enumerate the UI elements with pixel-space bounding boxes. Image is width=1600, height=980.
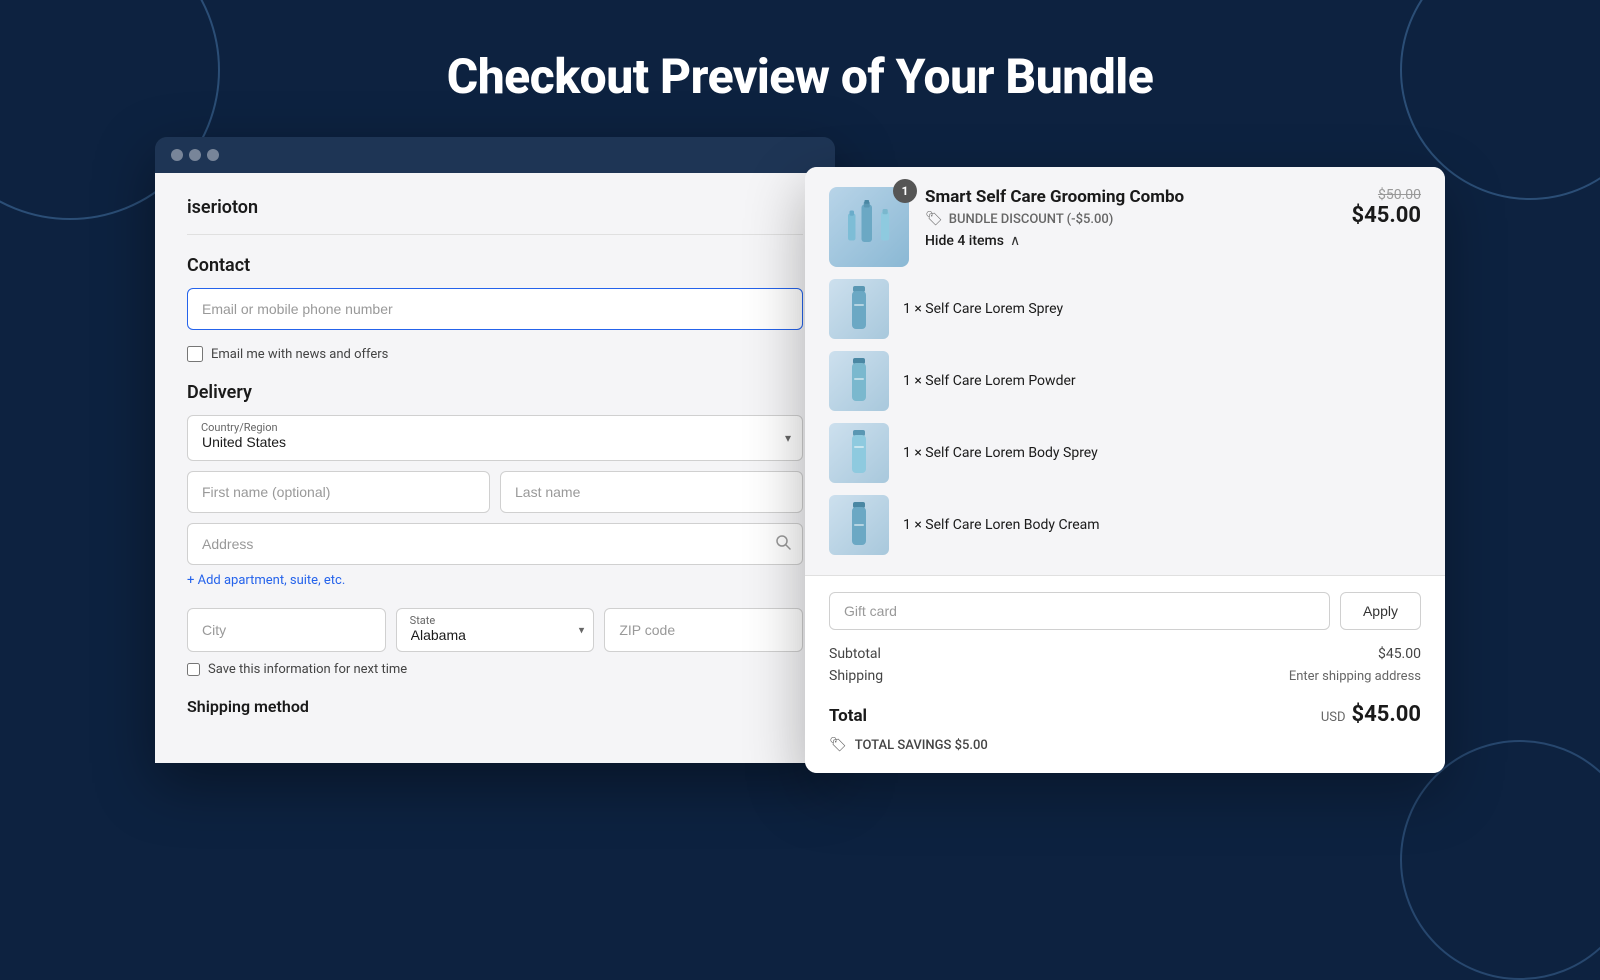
item-image-2 — [829, 351, 889, 411]
delivery-section-label: Delivery — [187, 382, 803, 403]
country-select-wrapper: Country/Region United States ▾ — [187, 415, 803, 461]
name-row — [187, 471, 803, 513]
browser-dot-2 — [189, 149, 201, 161]
save-info-checkbox[interactable] — [187, 663, 200, 676]
browser-dot-1 — [171, 149, 183, 161]
list-item: 1 × Self Care Loren Body Cream — [829, 495, 1421, 555]
savings-row: 🏷 TOTAL SAVINGS $5.00 — [829, 737, 1421, 753]
address-input[interactable] — [187, 523, 803, 565]
bundle-section: 1 Smart Self Care Grooming Combo 🏷 BUNDL… — [805, 167, 1445, 576]
list-item: 1 × Self Care Lorem Body Sprey — [829, 423, 1421, 483]
shipping-row: Shipping Enter shipping address — [829, 668, 1421, 684]
last-name-input[interactable] — [500, 471, 803, 513]
total-row: Total USD $45.00 — [829, 694, 1421, 727]
savings-text: TOTAL SAVINGS $5.00 — [855, 738, 988, 753]
item-name-4: 1 × Self Care Loren Body Cream — [903, 517, 1100, 533]
list-item: 1 × Self Care Lorem Powder — [829, 351, 1421, 411]
state-label: State — [410, 614, 436, 627]
bundle-price-col: $50.00 $45.00 — [1352, 187, 1422, 228]
bundle-sale-price: $45.00 — [1352, 203, 1422, 228]
shipping-note: Enter shipping address — [1289, 669, 1421, 684]
total-currency: USD — [1321, 710, 1346, 725]
browser-dot-3 — [207, 149, 219, 161]
address-search-icon — [775, 534, 791, 554]
bundle-name: Smart Self Care Grooming Combo — [925, 187, 1336, 207]
city-state-zip-row: State Alabama ▾ — [187, 608, 803, 652]
item-image-4 — [829, 495, 889, 555]
contact-section-label: Contact — [187, 255, 803, 276]
checkout-form-card: iserioton Contact Email me with news and… — [155, 137, 835, 763]
bundle-info: Smart Self Care Grooming Combo 🏷 BUNDLE … — [925, 187, 1336, 261]
checkout-form-body: iserioton Contact Email me with news and… — [155, 173, 835, 763]
list-item: 1 × Self Care Lorem Sprey — [829, 279, 1421, 339]
total-value: $45.00 — [1352, 702, 1422, 727]
save-info-row: Save this information for next time — [187, 662, 803, 677]
first-name-input[interactable] — [187, 471, 490, 513]
address-row — [187, 523, 803, 565]
item-image-3 — [829, 423, 889, 483]
email-input[interactable] — [187, 288, 803, 330]
zip-input[interactable] — [604, 608, 803, 652]
bundle-image-wrapper: 1 — [829, 187, 909, 267]
discount-tag-icon: 🏷 — [925, 211, 943, 227]
total-label: Total — [829, 706, 867, 726]
bg-circle-bottom-right — [1400, 740, 1600, 980]
bottom-section: Apply Subtotal $45.00 Shipping Enter shi… — [805, 576, 1445, 773]
shipping-method-label: Shipping method — [187, 697, 803, 716]
savings-label: TOTAL SAVINGS — [855, 738, 952, 753]
country-label: Country/Region — [201, 421, 278, 434]
browser-bar — [155, 137, 835, 173]
news-checkbox[interactable] — [187, 346, 203, 362]
discount-label: BUNDLE DISCOUNT (-$5.00) — [949, 212, 1114, 227]
chevron-up-icon: ∧ — [1010, 233, 1020, 249]
item-name-3: 1 × Self Care Lorem Body Sprey — [903, 445, 1098, 461]
bundle-header: 1 Smart Self Care Grooming Combo 🏷 BUNDL… — [829, 187, 1421, 267]
state-wrapper: State Alabama ▾ — [396, 608, 595, 652]
bundle-discount-row: 🏷 BUNDLE DISCOUNT (-$5.00) — [925, 211, 1336, 227]
page-title: Checkout Preview of Your Bundle — [0, 48, 1600, 105]
add-apartment-link[interactable]: + Add apartment, suite, etc. — [187, 573, 345, 588]
total-right: USD $45.00 — [1321, 702, 1421, 727]
hide-items-row[interactable]: Hide 4 items ∧ — [925, 233, 1336, 249]
item-image-1 — [829, 279, 889, 339]
bundle-original-price: $50.00 — [1352, 187, 1422, 203]
store-name: iserioton — [187, 197, 803, 235]
order-summary-card: 1 Smart Self Care Grooming Combo 🏷 BUNDL… — [805, 167, 1445, 773]
save-info-label: Save this information for next time — [208, 662, 407, 677]
subtotal-label: Subtotal — [829, 646, 881, 662]
item-list: 1 × Self Care Lorem Sprey 1 × Self Care … — [829, 279, 1421, 555]
bundle-badge: 1 — [893, 179, 917, 203]
subtotal-value: $45.00 — [1378, 646, 1421, 662]
savings-tag-icon: 🏷 — [829, 737, 847, 753]
news-checkbox-row: Email me with news and offers — [187, 346, 803, 362]
subtotal-row: Subtotal $45.00 — [829, 646, 1421, 662]
main-layout: iserioton Contact Email me with news and… — [0, 137, 1600, 773]
email-form-group — [187, 288, 803, 330]
shipping-label: Shipping — [829, 668, 883, 684]
hide-items-label: Hide 4 items — [925, 233, 1004, 249]
savings-value: $5.00 — [955, 738, 988, 753]
country-select[interactable]: United States — [187, 415, 803, 461]
apply-button[interactable]: Apply — [1340, 592, 1421, 630]
page-title-section: Checkout Preview of Your Bundle — [0, 0, 1600, 137]
news-checkbox-label: Email me with news and offers — [211, 347, 388, 362]
city-input[interactable] — [187, 608, 386, 652]
gift-card-input[interactable] — [829, 592, 1330, 630]
item-name-2: 1 × Self Care Lorem Powder — [903, 373, 1076, 389]
gift-card-row: Apply — [829, 592, 1421, 630]
item-name-1: 1 × Self Care Lorem Sprey — [903, 301, 1063, 317]
